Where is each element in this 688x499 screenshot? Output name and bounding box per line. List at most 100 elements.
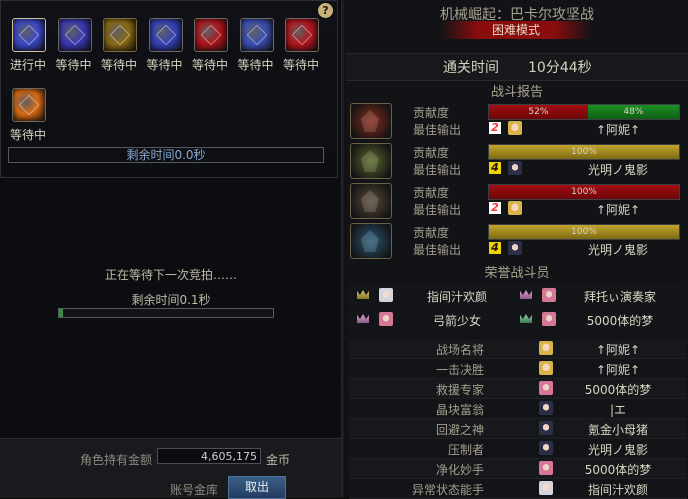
award-row: 晶块富翁 |エ [349, 399, 687, 419]
rank-badge: 4 [489, 242, 501, 254]
player-avatar [508, 161, 522, 175]
award-player-name: ↑阿妮↑ [595, 363, 641, 377]
help-icon[interactable]: ? [318, 3, 333, 18]
loot-item-status: 等待中 [100, 58, 137, 72]
loot-item-status: 进行中 [9, 58, 46, 72]
waiting-message: 正在等待下一次竞拍…… [104, 268, 237, 282]
bid-remaining-time: 剩余时间0.1秒 [131, 293, 211, 307]
contribution-label: 贡献度 [413, 146, 450, 160]
player-avatar [542, 312, 556, 326]
crown-icon [520, 314, 532, 323]
award-label: 回避之神 [435, 423, 484, 437]
clear-time-row [346, 53, 688, 81]
award-label: 晶块富翁 [435, 403, 484, 417]
best-output-player: 光明ノ鬼影 [587, 163, 648, 177]
contribution-segment: 100% [489, 145, 679, 159]
award-row: 战场名将 ↑阿妮↑ [349, 339, 687, 359]
report-row: 贡献度最佳输出 100% 4 光明ノ鬼影 [349, 142, 687, 180]
award-row: 回避之神 氪金小母猪 [349, 419, 687, 439]
crown-icon [520, 290, 532, 299]
honor-player-name: 弓箭少女 [432, 314, 481, 328]
award-player-name: 光明ノ鬼影 [587, 443, 648, 457]
award-row: 救援专家 5000体的梦 [349, 379, 687, 399]
honor-player-name: 拜托ぃ演奏家 [583, 290, 656, 304]
award-label: 救援专家 [435, 383, 484, 397]
battle-report-title: 战斗报告 [490, 85, 543, 100]
honor-row: 指间汁欢颜 拜托ぃ演奏家 [349, 284, 687, 306]
award-row: 压制者 光明ノ鬼影 [349, 439, 687, 459]
loot-item-icon[interactable] [148, 18, 183, 52]
rank-badge: 2 [489, 122, 501, 134]
loot-item-status: 等待中 [9, 128, 46, 142]
contribution-segment: 100% [489, 225, 679, 239]
best-output-label: 最佳输出 [413, 243, 462, 257]
player-avatar [379, 312, 393, 326]
crown-icon [357, 290, 369, 299]
gold-unit: 金币 [266, 453, 291, 467]
gold-amount-field: 4,605,175 [157, 448, 261, 464]
award-label: 压制者 [447, 443, 484, 457]
gold-label: 角色持有金额 [79, 453, 152, 467]
loot-item-status: 等待中 [191, 58, 228, 72]
boss-portrait-icon [350, 183, 392, 219]
loot-item-status: 等待中 [237, 58, 274, 72]
award-label: 战场名将 [435, 343, 484, 357]
boss-portrait-icon [350, 103, 392, 139]
best-output-label: 最佳输出 [413, 203, 462, 217]
award-label: 一击决胜 [435, 363, 484, 377]
loot-item-icon[interactable] [12, 18, 46, 52]
award-player-name: 氪金小母猪 [587, 423, 648, 437]
honor-player-name: 指间汁欢颜 [426, 290, 487, 304]
report-row: 贡献度最佳输出 100% 4 光明ノ鬼影 [349, 222, 687, 260]
bid-progress-bar [58, 308, 274, 318]
honor-player-name: 5000体的梦 [586, 314, 654, 328]
clear-time-label: 通关时间 [443, 60, 499, 76]
loot-item-icon[interactable] [12, 88, 46, 122]
rank-badge: 2 [489, 202, 501, 214]
loot-item-icon[interactable] [239, 18, 274, 52]
contribution-bar: 100% [488, 224, 680, 240]
contribution-segment: 100% [489, 185, 679, 199]
best-output-player: 光明ノ鬼影 [587, 243, 648, 257]
player-avatar [508, 201, 522, 215]
loot-item-icon[interactable] [285, 18, 319, 52]
player-avatar [542, 288, 556, 302]
honor-title: 荣誉战斗员 [484, 266, 550, 281]
award-label: 异常状态能手 [411, 483, 484, 497]
contribution-bar: 100% [488, 144, 680, 160]
crown-icon [357, 314, 369, 323]
award-label: 净化妙手 [435, 463, 484, 477]
award-player-name: |エ [609, 403, 627, 417]
award-player-name: 指间汁欢颜 [587, 483, 648, 497]
best-output-label: 最佳输出 [413, 123, 462, 137]
contribution-bar: 52% 48% [488, 104, 680, 120]
best-output-player: ↑阿妮↑ [595, 123, 641, 137]
award-player-name: 5000体的梦 [584, 463, 652, 477]
loot-item-status: 等待中 [282, 58, 319, 72]
award-player-name: ↑阿妮↑ [595, 343, 641, 357]
account-bank-label: 账号金库 [169, 483, 218, 497]
report-row: 贡献度 最佳输出 52% 48% 2 ↑阿妮↑ [349, 102, 687, 140]
contribution-label: 贡献度 [413, 186, 450, 200]
player-avatar [379, 288, 393, 302]
difficulty-badge: 困难模式 [440, 21, 592, 39]
best-output-player: ↑阿妮↑ [595, 203, 641, 217]
withdraw-button[interactable]: 取出 [228, 476, 286, 499]
award-player-name: 5000体的梦 [584, 383, 652, 397]
player-avatar [508, 241, 522, 255]
loot-timer-bar: 剩余时间0.0秒 [8, 147, 324, 163]
award-row: 一击决胜 ↑阿妮↑ [349, 359, 687, 379]
award-row: 净化妙手 5000体的梦 [349, 459, 687, 479]
award-row: 异常状态能手 指间汁欢颜 [349, 479, 687, 499]
contribution-bar: 100% [488, 184, 680, 200]
best-output-label: 最佳输出 [413, 163, 462, 177]
loot-item-status: 等待中 [146, 58, 183, 72]
honor-row: 弓箭少女 5000体的梦 [349, 308, 687, 330]
contribution-segment: 48% [587, 105, 679, 119]
rank-badge: 4 [489, 162, 501, 174]
loot-item-icon[interactable] [194, 18, 228, 52]
clear-time-value: 10分44秒 [528, 60, 592, 76]
contribution-label: 贡献度 [413, 226, 450, 240]
loot-item-icon[interactable] [103, 18, 137, 52]
loot-item-icon[interactable] [57, 18, 92, 52]
